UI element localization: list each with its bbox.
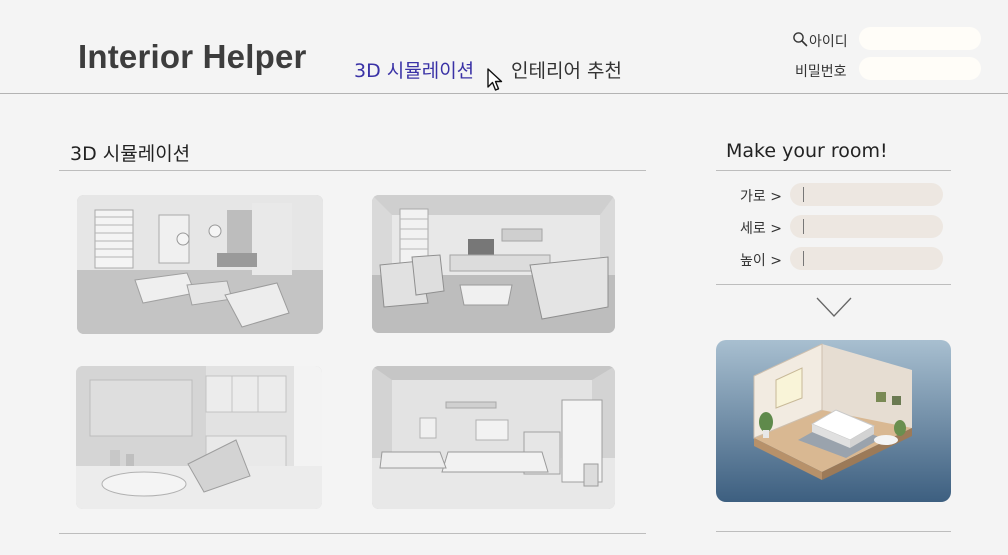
height-input[interactable]	[790, 247, 943, 270]
password-input[interactable]	[859, 57, 981, 80]
make-room-title-divider	[716, 170, 951, 171]
id-label: 아이디	[809, 34, 848, 50]
make-room-bottom-divider	[716, 531, 951, 532]
header-divider	[0, 93, 1008, 94]
kitchen-living-render[interactable]	[76, 366, 322, 509]
password-label: 비밀번호	[795, 64, 847, 80]
simulation-section-title: 3D 시뮬레이션	[70, 143, 191, 165]
id-input[interactable]	[859, 27, 981, 50]
height-label: 높이 >	[740, 253, 782, 269]
chevron-down-icon[interactable]	[815, 295, 853, 319]
depth-label: 세로 >	[740, 221, 782, 237]
text-caret	[803, 251, 804, 266]
text-caret	[803, 187, 804, 202]
simulation-title-divider	[59, 170, 646, 171]
nav-interior-recommend[interactable]: 인테리어 추천	[511, 56, 622, 83]
make-room-fields-divider	[716, 284, 951, 285]
depth-input[interactable]	[790, 215, 943, 238]
simulation-bottom-divider	[59, 533, 646, 534]
width-label: 가로 >	[740, 189, 782, 205]
nav-3d-simulation[interactable]: 3D 시뮬레이션	[354, 56, 474, 83]
app-logo[interactable]: Interior Helper	[78, 38, 307, 76]
search-icon	[793, 32, 808, 47]
bedroom-render[interactable]	[372, 366, 615, 509]
living-room-render-2[interactable]	[372, 195, 615, 333]
living-room-render-1[interactable]	[77, 195, 323, 334]
isometric-room-preview[interactable]	[716, 340, 951, 502]
make-room-title: Make your room!	[726, 140, 888, 162]
text-caret	[803, 219, 804, 234]
mouse-cursor-icon	[487, 68, 503, 91]
width-input[interactable]	[790, 183, 943, 206]
